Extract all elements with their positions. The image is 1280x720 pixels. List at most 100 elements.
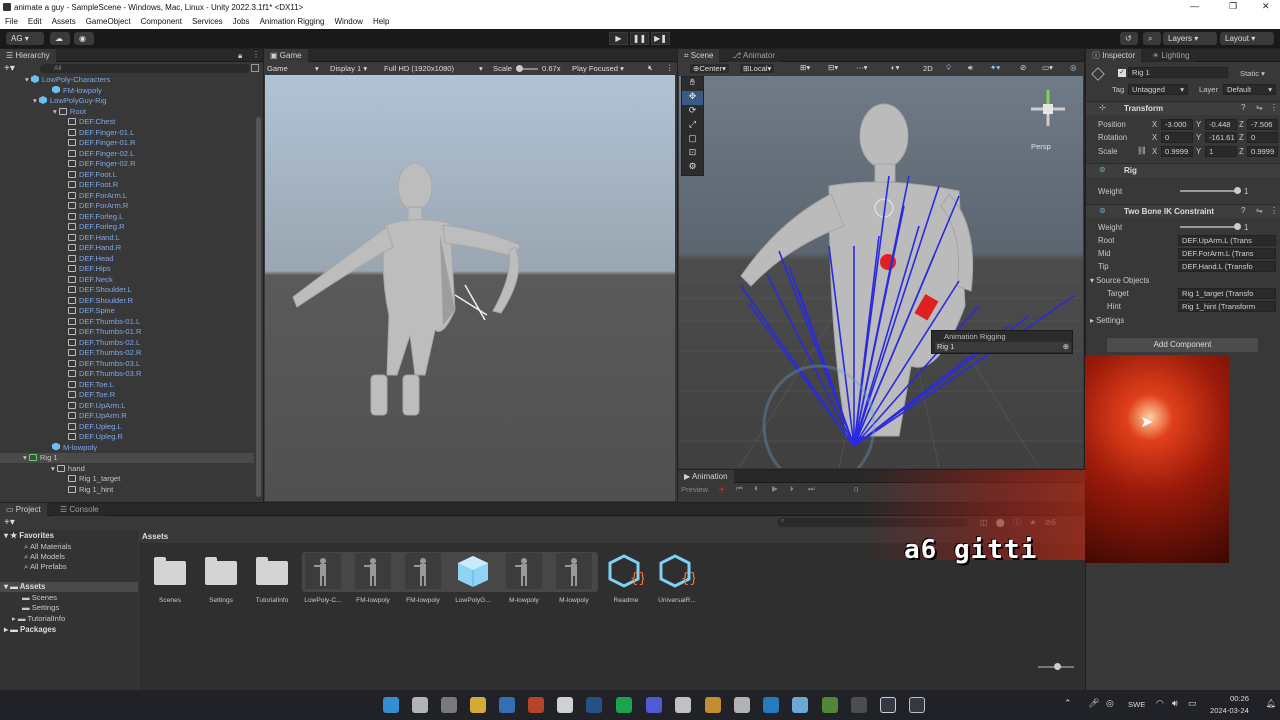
hierarchy-item[interactable]: DEF.Foot.R: [68, 180, 118, 190]
constrain-proportions-icon[interactable]: ⛓︎: [1137, 146, 1147, 155]
hierarchy-item[interactable]: DEF.Upleg.R: [68, 432, 123, 442]
packages-folder-node[interactable]: ▸ ▬ Packages: [4, 625, 56, 634]
hierarchy-item[interactable]: DEF.UpArm.L: [68, 401, 125, 411]
tab-hierarchy[interactable]: ☰ Hierarchy: [0, 49, 56, 62]
audio-icon[interactable]: 🔊︎: [968, 63, 973, 73]
hierarchy-item[interactable]: Rig 1_hint: [68, 485, 113, 495]
space-dropdown[interactable]: ⊞Local▾: [740, 64, 775, 73]
hierarchy-item[interactable]: DEF.Chest: [68, 117, 115, 127]
asset-item[interactable]: FM-lowpoly: [350, 553, 396, 604]
increment-snap-icon[interactable]: ⋯▾: [856, 63, 867, 72]
lighting-icon[interactable]: 💡︎: [946, 63, 951, 73]
asset-item[interactable]: {} Readme: [603, 553, 649, 604]
asset-item[interactable]: Settings: [198, 553, 244, 604]
menu-edit[interactable]: Edit: [23, 15, 47, 26]
hierarchy-item[interactable]: DEF.Thumbs-01.L: [68, 317, 140, 327]
rotate-tool-icon[interactable]: ⟳: [682, 105, 703, 119]
unity-editor-icon[interactable]: [880, 697, 896, 713]
notepad-icon[interactable]: [792, 697, 808, 713]
hierarchy-item[interactable]: FM-lowpoly: [52, 85, 102, 96]
unity-icon[interactable]: [557, 697, 573, 713]
wifi-icon[interactable]: ◠: [1156, 698, 1164, 709]
project-breadcrumb[interactable]: Assets: [142, 532, 168, 541]
asset-item[interactable]: M-lowpoly: [551, 553, 597, 604]
steam-icon[interactable]: [734, 697, 750, 713]
effects-icon[interactable]: ✦▾: [990, 63, 1000, 72]
hidden-objects-icon[interactable]: ⊘: [1020, 63, 1026, 72]
history-icon[interactable]: ↺: [1120, 32, 1138, 45]
tab-console[interactable]: ☰ Console: [54, 503, 105, 516]
hierarchy-item[interactable]: DEF.Upleg.L: [68, 422, 122, 432]
hierarchy-item[interactable]: DEF.Hand.L: [68, 233, 120, 243]
fav-all-materials[interactable]: ⌕ All Materials: [24, 542, 71, 552]
help-icon[interactable]: ?: [1241, 103, 1245, 112]
scale-slider[interactable]: [516, 65, 538, 72]
pos-x-field[interactable]: -3.000: [1161, 119, 1193, 130]
rot-z-field[interactable]: 0: [1247, 132, 1278, 143]
menu-jobs[interactable]: Jobs: [228, 15, 255, 26]
scale-x-field[interactable]: 0.9999: [1161, 146, 1193, 157]
pos-y-field[interactable]: -0.448: [1205, 119, 1237, 130]
language-indicator[interactable]: SWE: [1128, 700, 1145, 709]
hierarchy-item[interactable]: DEF.Spine: [68, 306, 115, 316]
obs-icon[interactable]: [851, 697, 867, 713]
account-button[interactable]: AG ▾: [6, 32, 44, 45]
hierarchy-item[interactable]: Rig 1_target: [68, 474, 120, 484]
clock-time[interactable]: 00:26: [1230, 694, 1249, 703]
start-menu-icon[interactable]: [383, 697, 399, 713]
menu-window[interactable]: Window: [330, 15, 368, 26]
asset-item[interactable]: TutorialInfo: [249, 553, 295, 604]
hand-tool-icon[interactable]: ✋︎: [682, 77, 703, 91]
pos-z-field[interactable]: -7.506: [1247, 119, 1278, 130]
presets-icon[interactable]: ⇋: [1256, 103, 1263, 112]
hierarchy-item[interactable]: ▾ Root: [53, 107, 86, 117]
hierarchy-item[interactable]: DEF.Thumbs-02.R: [68, 348, 141, 358]
asset-item[interactable]: FM-lowpoly: [400, 553, 446, 604]
layer-dropdown[interactable]: Default ▾: [1223, 84, 1276, 95]
notification-icon[interactable]: 🔔︎: [1266, 699, 1276, 708]
hierarchy-item[interactable]: DEF.Finger-02.R: [68, 159, 136, 169]
favorites-foldout[interactable]: ▾ ★ Favorites: [4, 531, 54, 540]
hierarchy-item[interactable]: ▾ LowPolyGuy-Rig: [33, 96, 106, 106]
hierarchy-item[interactable]: DEF.Hips: [68, 264, 111, 274]
scale-y-field[interactable]: 1: [1205, 146, 1237, 157]
hierarchy-item[interactable]: DEF.Forleg.R: [68, 222, 125, 232]
game-more-icon[interactable]: ⋮: [666, 63, 674, 72]
fav-all-prefabs[interactable]: ⌕ All Prefabs: [24, 562, 67, 572]
resolution-dropdown[interactable]: Full HD (1920x1080) ▾: [384, 64, 483, 73]
hierarchy-search-input[interactable]: All: [40, 64, 250, 73]
target-object-field[interactable]: Rig 1_target (Transfo: [1178, 288, 1276, 299]
menu-animation-rigging[interactable]: Animation Rigging: [255, 15, 330, 26]
chrome-icon[interactable]: [705, 697, 721, 713]
rig-weight-slider-thumb[interactable]: [1234, 187, 1241, 194]
minimize-button[interactable]: —: [1190, 1, 1199, 11]
discord-icon[interactable]: [646, 697, 662, 713]
foldout-arrow-icon[interactable]: ▾: [33, 96, 39, 105]
add-component-button[interactable]: Add Component: [1107, 338, 1258, 352]
file-explorer-icon[interactable]: [470, 697, 486, 713]
asset-item[interactable]: {} UniversalR...: [654, 553, 700, 604]
hierarchy-item[interactable]: DEF.Shoulder.R: [68, 296, 133, 306]
tray-chevron-icon[interactable]: ⌃: [1064, 698, 1072, 709]
asset-item[interactable]: M-lowpoly: [501, 553, 547, 604]
store-icon[interactable]: [499, 697, 515, 713]
ik-weight-slider-thumb[interactable]: [1234, 223, 1241, 230]
hierarchy-item[interactable]: DEF.Forleg.L: [68, 212, 123, 222]
hierarchy-item[interactable]: DEF.Foot.L: [68, 170, 117, 180]
hierarchy-item[interactable]: DEF.UpArm.R: [68, 411, 127, 421]
transform-header[interactable]: Transform: [1086, 101, 1280, 115]
hierarchy-item[interactable]: DEF.ForArm.R: [68, 201, 128, 211]
component-menu-icon[interactable]: ⋮: [1270, 103, 1278, 112]
root-object-field[interactable]: DEF.UpArm.L (Trans: [1178, 235, 1276, 246]
menu-assets[interactable]: Assets: [47, 15, 81, 26]
word-icon[interactable]: [586, 697, 602, 713]
grid-icon[interactable]: ⊟▾: [828, 63, 838, 72]
menu-help[interactable]: Help: [368, 15, 394, 26]
tip-object-field[interactable]: DEF.Hand.L (Transfo: [1178, 261, 1276, 272]
twobone-menu-icon[interactable]: ⋮: [1270, 206, 1278, 215]
custom-tool-icon[interactable]: ⚙︎: [682, 161, 703, 175]
step-button[interactable]: ▶❚: [651, 32, 670, 45]
asset-size-slider-thumb[interactable]: [1054, 663, 1061, 670]
project-add-button[interactable]: +▾: [4, 517, 15, 528]
rot-x-field[interactable]: 0: [1161, 132, 1193, 143]
